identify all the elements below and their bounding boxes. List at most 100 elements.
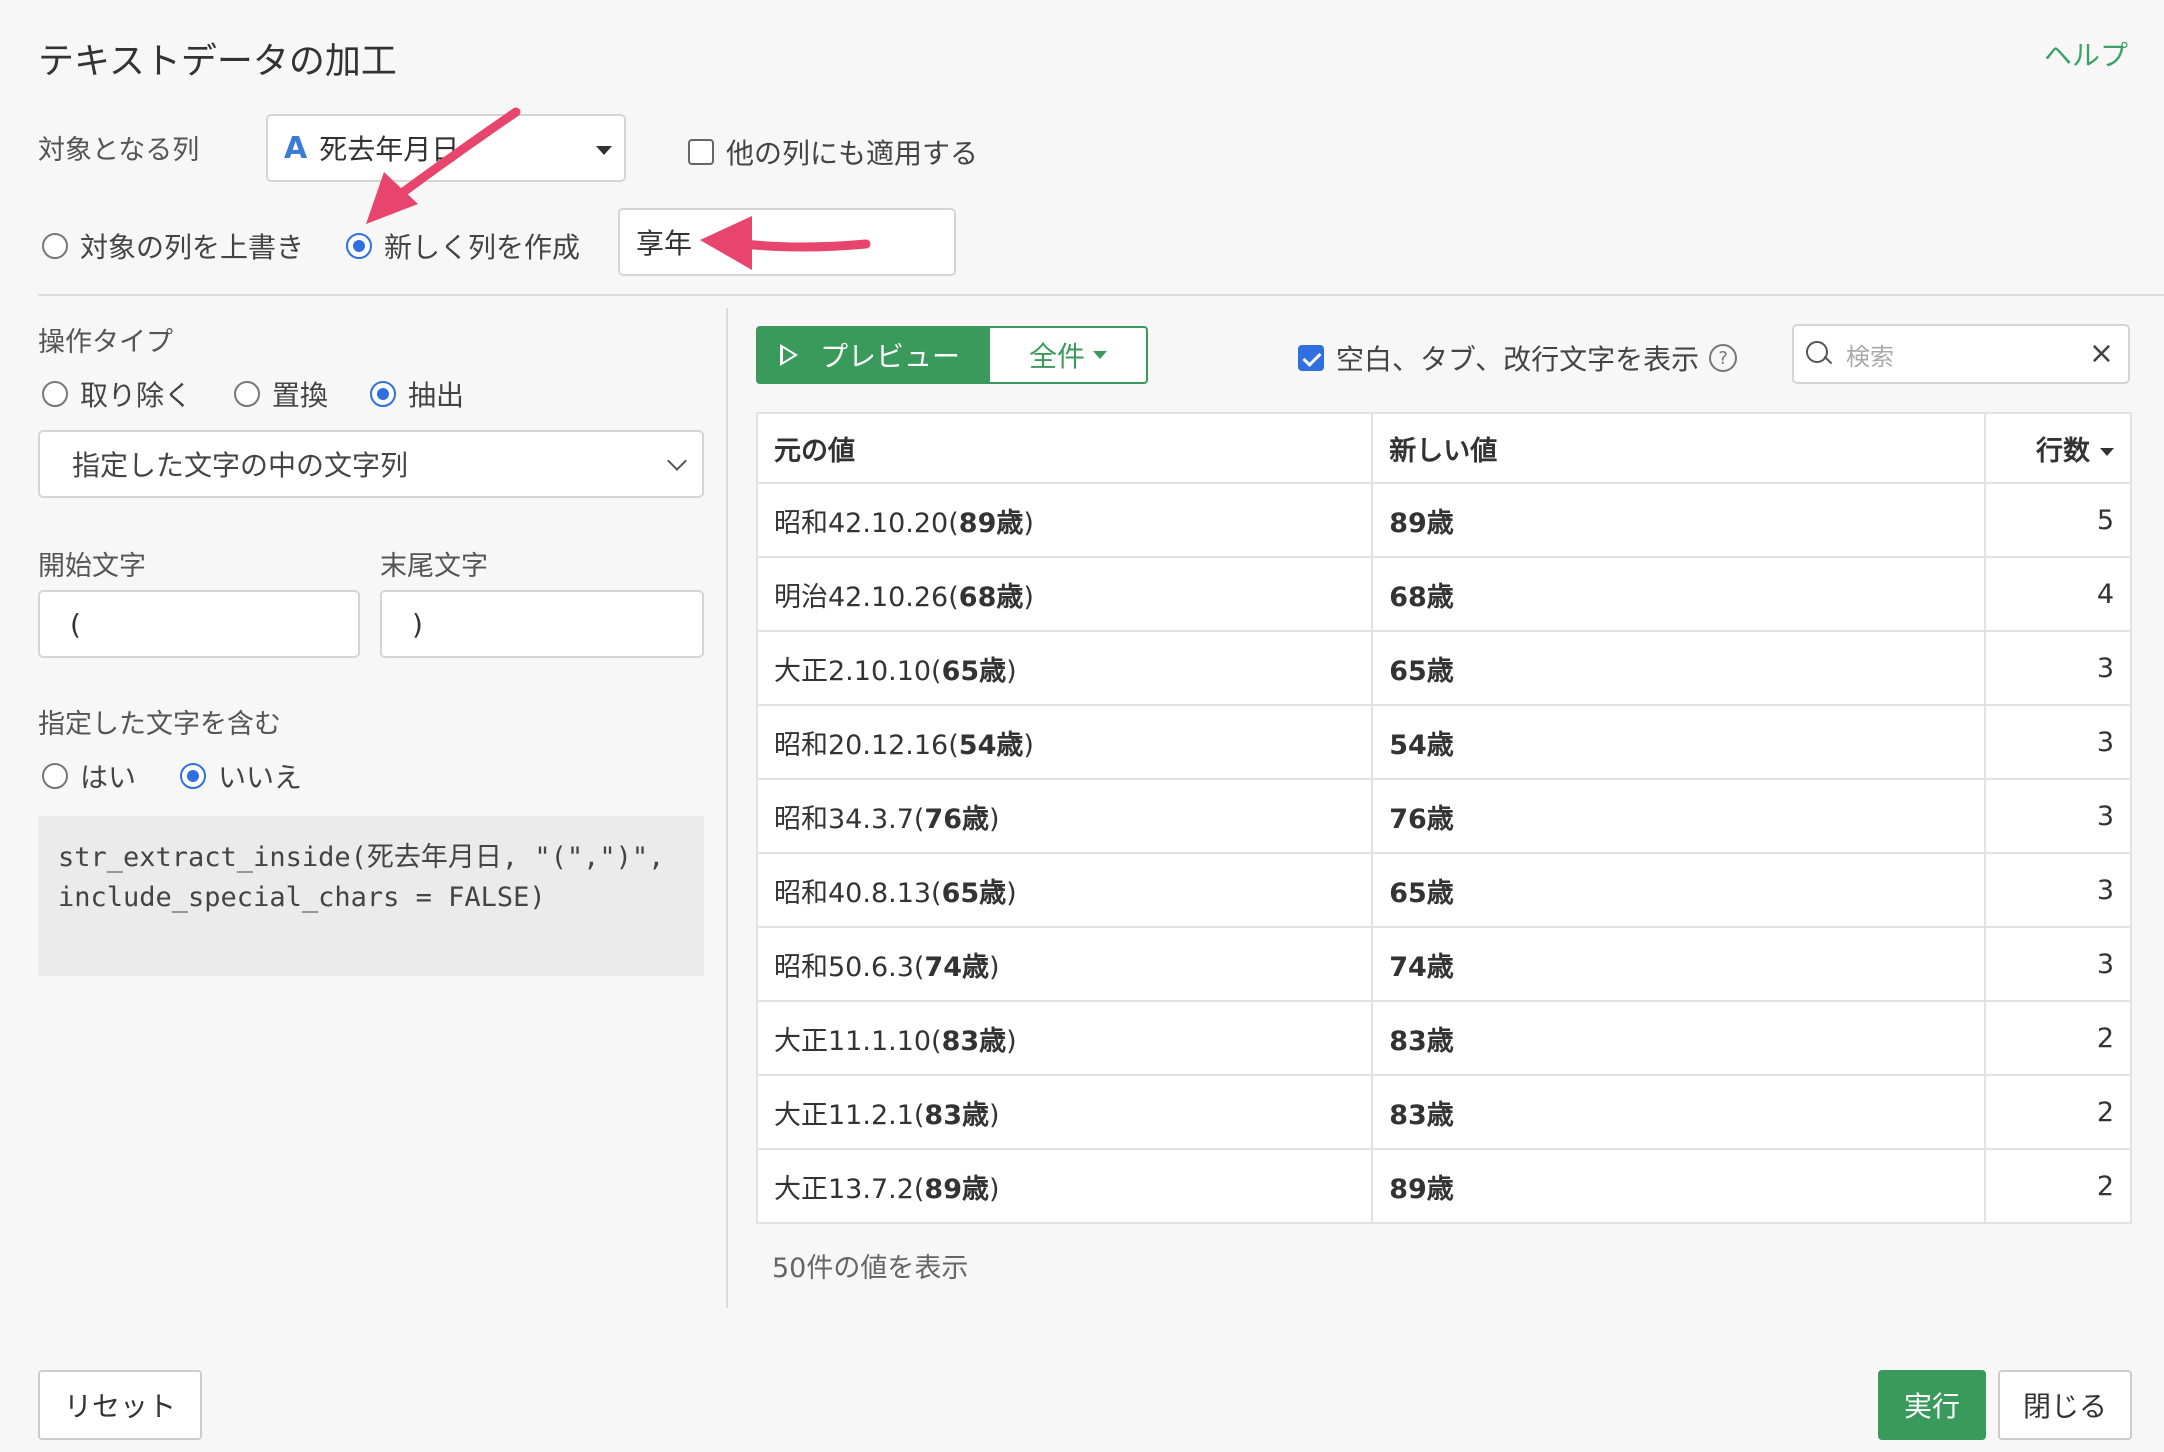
cell-count: 2 [1984,1148,2132,1224]
values-shown-note: 50件の値を表示 [772,1253,969,1284]
overwrite-radio[interactable] [42,233,68,259]
dialog-title: テキストデータの加工 [38,41,397,82]
original-prefix: 大正2.10.10( [774,655,942,687]
cell-original: 大正13.7.2(89歳) [755,1148,1374,1224]
operation-type-label: 操作タイプ [38,327,173,358]
include-yes-label: はい [80,761,137,794]
include-no-radio[interactable] [180,763,206,789]
table-row: 昭和50.6.3(74歳) 74歳 3 [755,926,2132,1002]
cell-count: 4 [1984,556,2132,632]
run-button[interactable]: 実行 [1878,1370,1986,1440]
apply-other-checkbox[interactable] [688,139,714,165]
overwrite-label: 対象の列を上書き [80,231,305,264]
original-match: 65歳 [941,655,1007,687]
target-column-select[interactable]: A 死去年月日 [266,114,626,182]
original-match: 74歳 [924,951,989,983]
table-row: 明治42.10.26(68歳) 68歳 4 [755,556,2132,632]
op-extract-radio[interactable] [370,381,396,407]
start-char-value: ( [70,607,81,641]
cell-original: 昭和42.10.20(89歳) [755,482,1374,558]
preview-button-label: プレビュー [820,340,961,373]
count-header-label: 行数 [2036,435,2090,467]
original-suffix: ) [1023,729,1034,761]
extract-method-select[interactable]: 指定した文字の中の文字列 [38,430,704,498]
show-whitespace-option[interactable]: 空白、タブ、改行文字を表示 ? [1298,338,1738,378]
original-prefix: 大正11.1.10( [774,1025,942,1057]
op-replace-radio[interactable] [234,381,260,407]
op-extract-option[interactable]: 抽出 [370,374,464,414]
original-suffix: ) [1006,877,1017,909]
col-header-new[interactable]: 新しい値 [1371,412,1987,484]
table-row: 昭和34.3.7(76歳) 76歳 3 [755,778,2132,854]
help-circle-icon[interactable]: ? [1709,344,1738,372]
cell-new-value: 89歳 [1371,1148,1987,1224]
original-match: 83歳 [941,1025,1007,1057]
overwrite-option[interactable]: 対象の列を上書き [42,226,304,266]
original-prefix: 昭和34.3.7( [774,803,925,835]
original-suffix: ) [989,1099,1000,1131]
col-header-original[interactable]: 元の値 [755,412,1374,484]
op-remove-radio[interactable] [42,381,68,407]
table-row: 大正11.1.10(83歳) 83歳 2 [755,1000,2132,1076]
end-char-value: ) [412,607,423,641]
end-char-input[interactable]: ) [380,590,704,658]
play-icon [780,344,798,366]
show-whitespace-checkbox[interactable] [1298,345,1324,371]
apply-other-columns[interactable]: 他の列にも適用する [688,132,978,172]
cell-new-value: 83歳 [1371,1074,1987,1150]
all-rows-dropdown[interactable]: 全件 [988,326,1148,384]
close-button[interactable]: 閉じる [1998,1370,2132,1440]
chevron-down-icon [667,451,687,471]
op-remove-option[interactable]: 取り除く [42,374,192,414]
cell-count: 5 [1984,482,2132,558]
original-prefix: 昭和20.12.16( [774,729,959,761]
new-column-option[interactable]: 新しく列を作成 [346,226,580,266]
original-match: 83歳 [924,1099,989,1131]
op-replace-option[interactable]: 置換 [234,374,328,414]
new-column-name-input[interactable]: 享年 [618,208,956,276]
cell-original: 大正11.1.10(83歳) [755,1000,1374,1076]
start-char-label: 開始文字 [38,551,146,582]
include-yes-radio[interactable] [42,763,68,789]
show-whitespace-label: 空白、タブ、改行文字を表示 [1336,343,1700,376]
table-header-row: 元の値 新しい値 行数 [755,412,2132,484]
all-rows-label: 全件 [1028,340,1085,373]
cell-new-value: 65歳 [1371,630,1987,706]
table-row: 大正2.10.10(65歳) 65歳 3 [755,630,2132,706]
original-suffix: ) [1023,581,1034,613]
close-icon[interactable]: × [2089,338,2114,370]
cell-original: 昭和40.8.13(65歳) [755,852,1374,928]
cell-new-value: 74歳 [1371,926,1987,1002]
search-box[interactable]: 検索 × [1792,324,2130,384]
op-replace-label: 置換 [272,379,329,412]
original-prefix: 大正11.2.1( [774,1099,925,1131]
op-remove-label: 取り除く [80,379,193,412]
search-input[interactable]: 検索 [1846,337,1894,372]
search-icon [1806,341,1832,367]
cell-count: 3 [1984,852,2132,928]
preview-button[interactable]: プレビュー [756,326,988,384]
divider-vertical [726,308,728,1308]
original-suffix: ) [1006,1025,1017,1057]
include-yes-option[interactable]: はい [42,756,136,796]
col-header-count[interactable]: 行数 [1984,412,2132,484]
help-link[interactable]: ヘルプ [2044,34,2128,74]
sort-caret-icon [2100,448,2114,456]
divider-horizontal [38,294,2164,296]
new-column-radio[interactable] [346,233,372,259]
cell-count: 3 [1984,926,2132,1002]
table-row: 大正13.7.2(89歳) 89歳 2 [755,1148,2132,1224]
start-char-input[interactable]: ( [38,590,360,658]
include-no-option[interactable]: いいえ [180,756,302,796]
cell-original: 明治42.10.26(68歳) [755,556,1374,632]
original-prefix: 昭和42.10.20( [774,507,959,539]
reset-button[interactable]: リセット [38,1370,202,1440]
original-match: 89歳 [958,507,1024,539]
cell-new-value: 65歳 [1371,852,1987,928]
original-match: 54歳 [958,729,1024,761]
cell-new-value: 54歳 [1371,704,1987,780]
original-suffix: ) [989,803,1000,835]
cell-new-value: 68歳 [1371,556,1987,632]
caret-down-icon [1093,351,1107,359]
cell-new-value: 83歳 [1371,1000,1987,1076]
